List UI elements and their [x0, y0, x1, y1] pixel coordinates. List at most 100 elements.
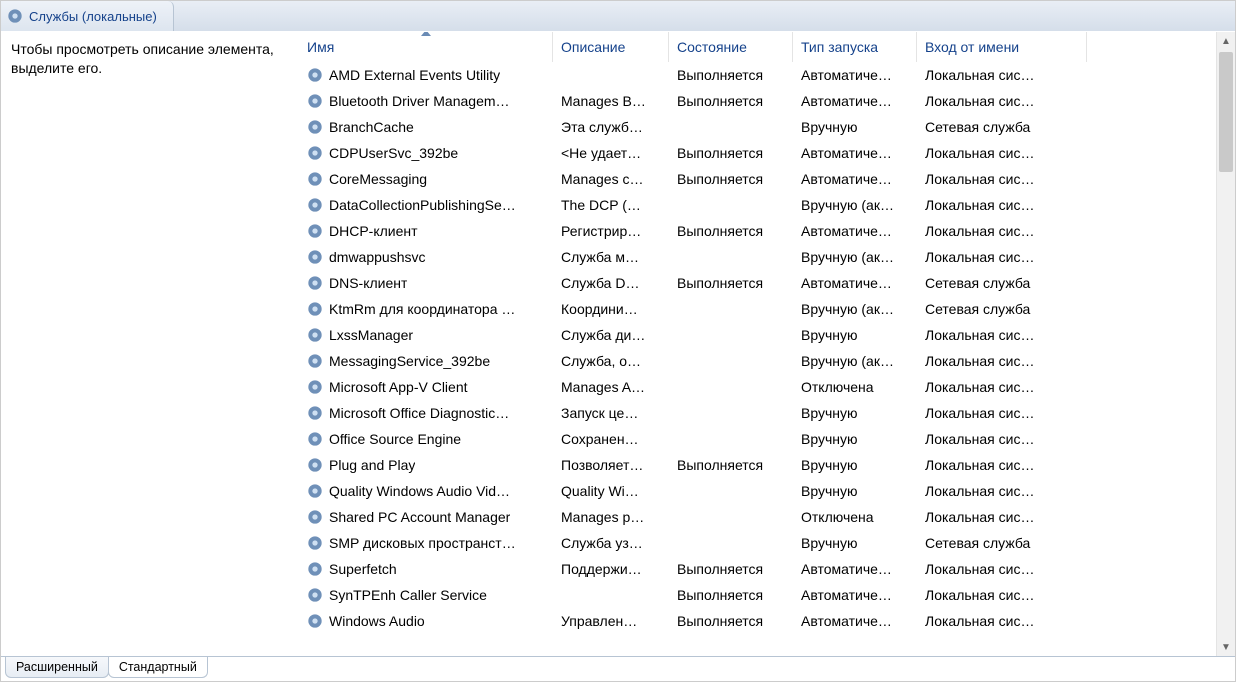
- service-row[interactable]: Shared PC Account ManagerManages p…Отклю…: [299, 504, 1216, 530]
- service-row[interactable]: Office Source EngineСохранен…ВручнуюЛока…: [299, 426, 1216, 452]
- body: Чтобы просмотреть описание элемента, выд…: [1, 32, 1235, 656]
- service-row[interactable]: SMP дисковых пространст… Служба уз… Вручну…: [299, 530, 1216, 556]
- col-startup[interactable]: Тип запуска: [793, 32, 917, 62]
- cell-logon: Локальная сис…: [917, 145, 1087, 161]
- cell-state: Выполняется: [669, 561, 793, 577]
- cell-description: Поддержи…: [553, 561, 669, 577]
- cell-logon: Локальная сис…: [917, 171, 1087, 187]
- gear-icon: [307, 457, 323, 473]
- service-row[interactable]: SuperfetchПоддержи…ВыполняетсяАвтоматиче…: [299, 556, 1216, 582]
- gear-icon: [307, 353, 323, 369]
- service-row[interactable]: DNS-клиентСлужба D…ВыполняетсяАвтоматиче…: [299, 270, 1216, 296]
- cell-logon: Локальная сис…: [917, 67, 1087, 83]
- service-row[interactable]: SynTPEnh Caller ServiceВыполняетсяАвтома…: [299, 582, 1216, 608]
- gear-icon: [307, 613, 323, 629]
- tab-standard[interactable]: Стандартный: [108, 657, 208, 678]
- cell-description: Служба уз…: [553, 535, 669, 551]
- cell-description: <Не удает…: [553, 145, 669, 161]
- cell-startup: Вручную (ак…: [793, 197, 917, 213]
- service-row[interactable]: dmwappushsvcСлужба м…Вручную (ак…Локальн…: [299, 244, 1216, 270]
- cell-name: KtmRm для координатора …: [299, 301, 553, 317]
- cell-name: Microsoft Office Diagnostic…: [299, 405, 553, 421]
- header-tab[interactable]: Службы (локальные): [1, 1, 174, 31]
- cell-state: Выполняется: [669, 223, 793, 239]
- cell-startup: Вручную: [793, 405, 917, 421]
- service-row[interactable]: DataCollectionPublishingSe…The DCP (… Вру…: [299, 192, 1216, 218]
- service-row[interactable]: Quality Windows Audio Vid…Quality Wi…Вру…: [299, 478, 1216, 504]
- cell-startup: Автоматиче…: [793, 93, 917, 109]
- gear-icon: [307, 431, 323, 447]
- service-row[interactable]: Microsoft App-V ClientManages A…Отключен…: [299, 374, 1216, 400]
- service-row[interactable]: CoreMessagingManages c…ВыполняетсяАвтома…: [299, 166, 1216, 192]
- cell-startup: Автоматиче…: [793, 275, 917, 291]
- cell-state: Выполняется: [669, 145, 793, 161]
- service-row[interactable]: Plug and PlayПозволяет…ВыполняетсяВручну…: [299, 452, 1216, 478]
- service-row[interactable]: AMD External Events UtilityВыполняетсяАв…: [299, 62, 1216, 88]
- service-name: DHCP-клиент: [329, 223, 418, 239]
- service-row[interactable]: KtmRm для координатора …Координи…Вручную…: [299, 296, 1216, 322]
- gear-icon: [307, 535, 323, 551]
- service-name: DNS-клиент: [329, 275, 407, 291]
- col-state[interactable]: Состояние: [669, 32, 793, 62]
- cell-description: Manages A…: [553, 379, 669, 395]
- scroll-down-arrow-icon[interactable]: ▼: [1217, 638, 1235, 656]
- service-row[interactable]: Microsoft Office Diagnostic…Запуск це…Вр…: [299, 400, 1216, 426]
- gear-icon: [307, 301, 323, 317]
- service-name: Plug and Play: [329, 457, 415, 473]
- cell-startup: Автоматиче…: [793, 613, 917, 629]
- cell-startup: Автоматиче…: [793, 67, 917, 83]
- cell-startup: Отключена: [793, 509, 917, 525]
- service-row[interactable]: BranchCacheЭта служб…ВручнуюСетевая служ…: [299, 114, 1216, 140]
- cell-logon: Локальная сис…: [917, 483, 1087, 499]
- gear-icon: [307, 587, 323, 603]
- cell-startup: Вручную: [793, 535, 917, 551]
- service-row[interactable]: LxssManagerСлужба ди…ВручнуюЛокальная си…: [299, 322, 1216, 348]
- cell-logon: Локальная сис…: [917, 457, 1087, 473]
- cell-startup: Вручную: [793, 457, 917, 473]
- gear-icon: [307, 93, 323, 109]
- gear-icon: [307, 483, 323, 499]
- vertical-scrollbar[interactable]: ▲ ▼: [1216, 32, 1235, 656]
- cell-name: DataCollectionPublishingSe…: [299, 197, 553, 213]
- scroll-thumb[interactable]: [1219, 52, 1233, 172]
- gear-icon: [307, 379, 323, 395]
- col-logon[interactable]: Вход от имени: [917, 32, 1087, 62]
- cell-startup: Автоматиче…: [793, 223, 917, 239]
- cell-name: DHCP-клиент: [299, 223, 553, 239]
- service-name: Superfetch: [329, 561, 397, 577]
- column-headers: Имя Описание Состояние Тип запуска Вход …: [299, 32, 1216, 62]
- cell-logon: Локальная сис…: [917, 561, 1087, 577]
- scroll-up-arrow-icon[interactable]: ▲: [1217, 32, 1235, 50]
- service-row[interactable]: DHCP-клиентРегистрир…ВыполняетсяАвтомати…: [299, 218, 1216, 244]
- cell-name: Windows Audio: [299, 613, 553, 629]
- col-name[interactable]: Имя: [299, 32, 553, 62]
- gear-icon: [307, 249, 323, 265]
- list-pane: Имя Описание Состояние Тип запуска Вход …: [299, 32, 1235, 656]
- service-row[interactable]: Bluetooth Driver Managem…Manages B…Выпол…: [299, 88, 1216, 114]
- cell-description: The DCP (…: [553, 197, 669, 213]
- gear-icon: [307, 67, 323, 83]
- service-name: SMP дисковых пространст…: [329, 535, 516, 551]
- cell-state: Выполняется: [669, 171, 793, 187]
- header-title: Службы (локальные): [29, 9, 157, 24]
- cell-startup: Вручную (ак…: [793, 353, 917, 369]
- service-row[interactable]: MessagingService_392beСлужба, о…Вручную …: [299, 348, 1216, 374]
- cell-state: Выполняется: [669, 67, 793, 83]
- tab-extended[interactable]: Расширенный: [5, 657, 109, 678]
- col-description[interactable]: Описание: [553, 32, 669, 62]
- service-row[interactable]: Windows AudioУправлен…ВыполняетсяАвтомат…: [299, 608, 1216, 634]
- cell-name: DNS-клиент: [299, 275, 553, 291]
- cell-state: Выполняется: [669, 613, 793, 629]
- cell-logon: Сетевая служба: [917, 119, 1087, 135]
- cell-name: BranchCache: [299, 119, 553, 135]
- service-name: Microsoft Office Diagnostic…: [329, 405, 509, 421]
- cell-description: Служба, о…: [553, 353, 669, 369]
- cell-description: Manages p…: [553, 509, 669, 525]
- service-name: SynTPEnh Caller Service: [329, 587, 487, 603]
- cell-state: Выполняется: [669, 457, 793, 473]
- service-row[interactable]: CDPUserSvc_392be<Не удает…ВыполняетсяАвт…: [299, 140, 1216, 166]
- cell-name: Bluetooth Driver Managem…: [299, 93, 553, 109]
- cell-logon: Локальная сис…: [917, 223, 1087, 239]
- cell-description: Служба м…: [553, 249, 669, 265]
- header-bar: Службы (локальные): [1, 1, 1235, 32]
